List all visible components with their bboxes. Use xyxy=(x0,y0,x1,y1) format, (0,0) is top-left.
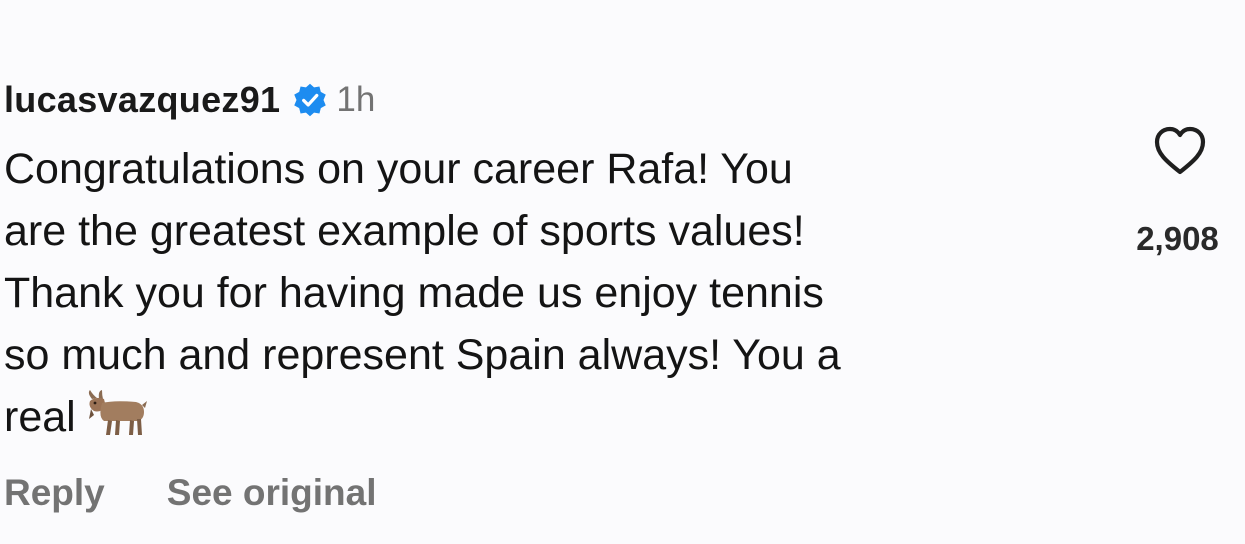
reply-button[interactable]: Reply xyxy=(4,472,105,514)
see-original-button[interactable]: See original xyxy=(167,472,377,514)
comment-actions: Reply See original xyxy=(4,472,377,514)
like-column: 2,908 xyxy=(1110,118,1245,278)
verified-badge-icon xyxy=(292,82,328,118)
comment-card: lucasvazquez91 1h Congratulations on you… xyxy=(0,0,1245,544)
username-link[interactable]: lucasvazquez91 xyxy=(4,79,280,121)
comment-header: lucasvazquez91 1h xyxy=(4,76,375,124)
like-count: 2,908 xyxy=(1136,220,1219,257)
comment-timestamp: 1h xyxy=(336,80,376,119)
heart-outline-icon[interactable] xyxy=(1148,118,1212,182)
comment-body: Congratulations on your career Rafa! You… xyxy=(4,138,1084,448)
goat-emoji-icon xyxy=(84,389,148,439)
